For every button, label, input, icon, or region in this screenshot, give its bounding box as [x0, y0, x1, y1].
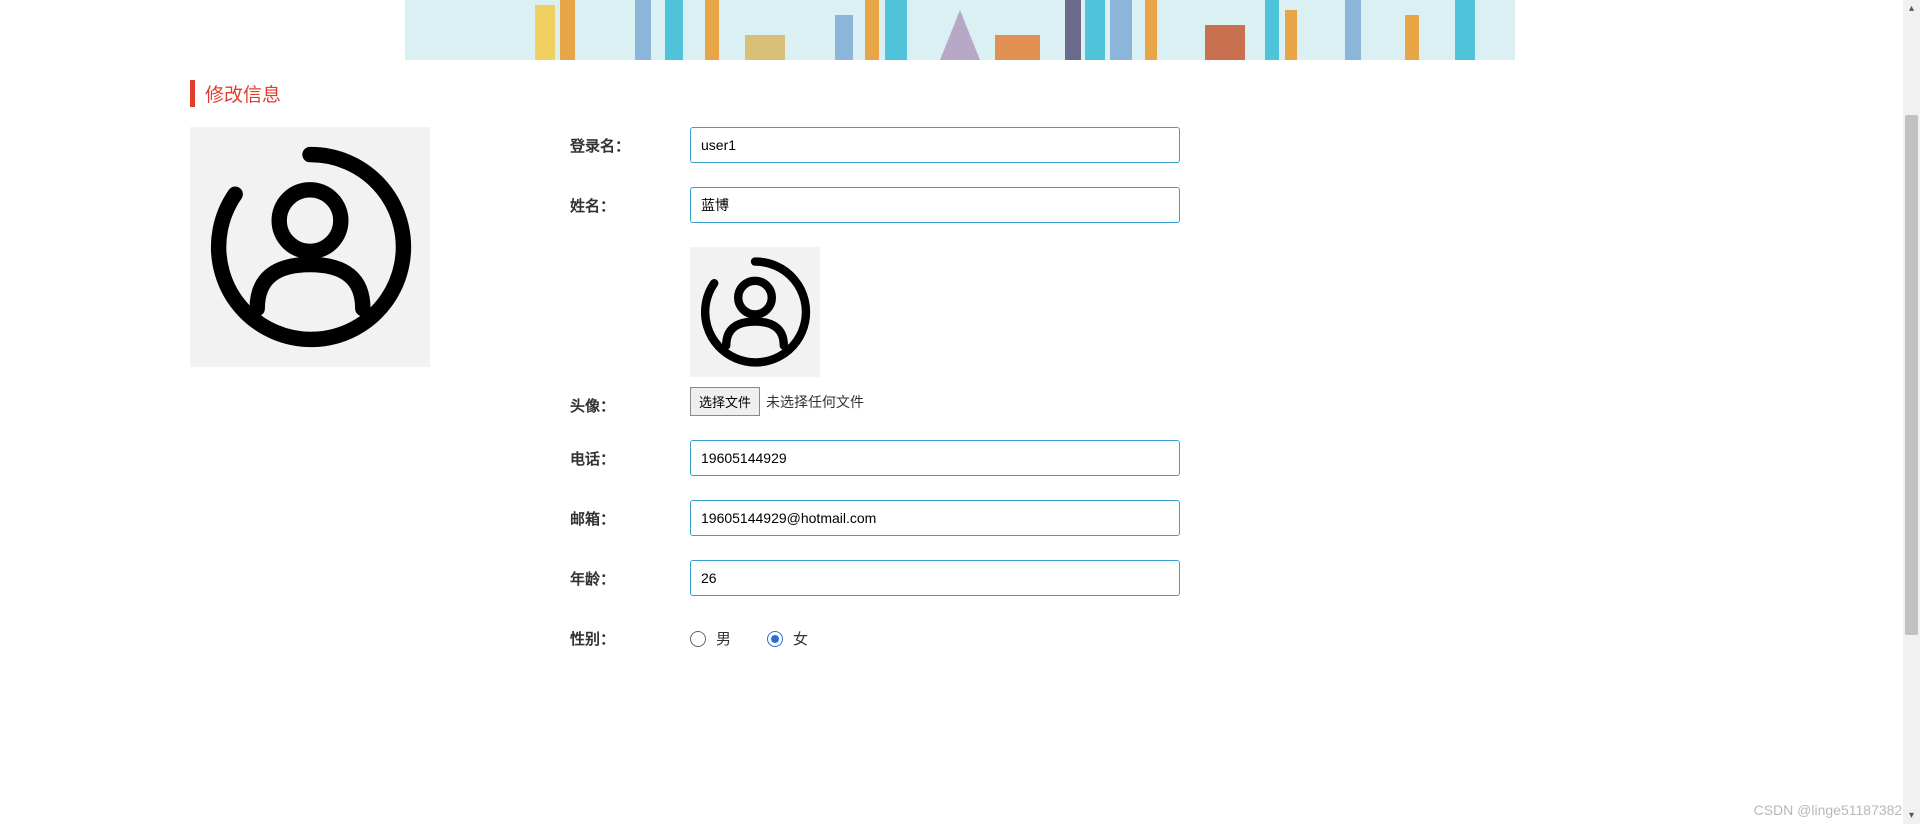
radio-icon	[690, 631, 706, 647]
name-label: 姓名：	[570, 187, 690, 216]
phone-input[interactable]	[690, 440, 1180, 476]
age-label: 年龄：	[570, 560, 690, 589]
login-label: 登录名：	[570, 127, 690, 156]
scrollbar-vertical[interactable]: ▴ ▾	[1903, 0, 1920, 824]
radio-icon	[767, 631, 783, 647]
user-circle-icon	[200, 137, 420, 357]
avatar-preview-large	[190, 127, 430, 367]
file-status-text: 未选择任何文件	[766, 392, 864, 412]
radio-label-male: 男	[716, 628, 731, 649]
scroll-up-button[interactable]: ▴	[1903, 0, 1920, 17]
edit-form: 登录名： 姓名： 头像：	[570, 127, 1730, 673]
phone-label: 电话：	[570, 440, 690, 469]
watermark-text: CSDN @linge511873822	[1754, 802, 1910, 818]
user-circle-icon	[695, 252, 815, 372]
section-title: 修改信息	[190, 80, 1730, 107]
avatar-label: 头像：	[570, 387, 690, 416]
email-label: 邮箱：	[570, 500, 690, 529]
scroll-down-button[interactable]: ▾	[1903, 807, 1920, 824]
radio-label-female: 女	[793, 628, 808, 649]
gender-radio-male[interactable]: 男	[690, 628, 731, 649]
gender-label: 性别：	[570, 620, 690, 649]
gender-radio-female[interactable]: 女	[767, 628, 808, 649]
email-input[interactable]	[690, 500, 1180, 536]
age-input[interactable]	[690, 560, 1180, 596]
avatar-preview-small	[690, 247, 820, 377]
login-input[interactable]	[690, 127, 1180, 163]
choose-file-button[interactable]: 选择文件	[690, 387, 760, 416]
name-input[interactable]	[690, 187, 1180, 223]
city-banner	[405, 0, 1515, 60]
scroll-thumb[interactable]	[1905, 115, 1918, 635]
